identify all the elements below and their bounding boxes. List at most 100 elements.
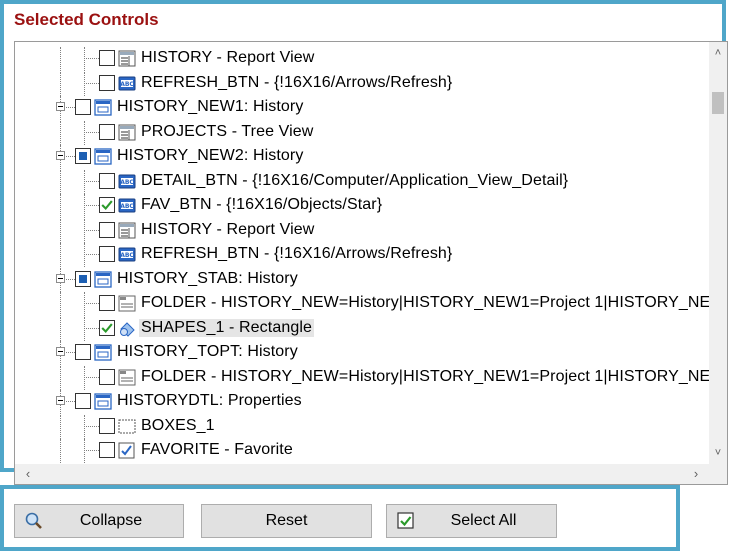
tree-checkbox[interactable]	[99, 319, 115, 336]
tree-connector	[84, 180, 99, 182]
scroll-down-icon[interactable]: ˅	[709, 444, 727, 462]
tree-item-label: REFRESH_BTN - {!16X16/Arrows/Refresh}	[141, 245, 453, 262]
tree-connector	[84, 254, 99, 255]
button-abc-icon: ABC	[118, 173, 136, 190]
tree-guide-line	[60, 218, 61, 243]
collapse-toggle-icon[interactable]	[56, 151, 65, 160]
tree-item-row[interactable]: ABC FAV_BTN - {!16X16/Objects/Star}	[15, 194, 705, 218]
tree-checkbox[interactable]	[99, 123, 115, 140]
tree-guide-line	[60, 71, 61, 96]
tree-guide-line	[60, 194, 61, 218]
tree-checkbox[interactable]	[99, 221, 115, 238]
tree-checkbox[interactable]	[99, 295, 115, 311]
tree-checkbox[interactable]	[99, 368, 115, 385]
tree-checkbox[interactable]	[99, 417, 115, 434]
scroll-thumb[interactable]	[712, 92, 724, 114]
tree-item-label: BOXES_1	[141, 416, 215, 434]
tree-guide-line	[84, 169, 85, 194]
tree-item-row[interactable]: FAVORITE - Favorite	[15, 439, 705, 463]
tree-guide-line	[60, 439, 61, 463]
tree-item-label: HISTORY_NEW1: History	[117, 98, 304, 115]
tree-connector	[84, 82, 99, 84]
scroll-up-icon[interactable]: ˄	[709, 44, 727, 62]
tree-checkbox[interactable]	[75, 99, 91, 115]
collapse-label: Collapse	[79, 512, 143, 529]
tree-item-label: HISTORY - Report View	[141, 220, 315, 238]
tree-item-label: SHAPES_1 - Rectangle	[139, 318, 314, 337]
tree-guide-line	[60, 47, 61, 71]
scroll-corner	[709, 464, 727, 484]
collapse-button[interactable]: Collapse	[14, 504, 184, 538]
tree-guide-line	[84, 71, 85, 96]
tree-guide-line	[60, 120, 61, 145]
tree-guide-line	[60, 292, 61, 316]
svg-text:ABC: ABC	[120, 179, 134, 186]
tree-item-label: HISTORY - Report View	[141, 49, 315, 66]
tree-connector	[84, 58, 99, 59]
controls-tree[interactable]: HISTORY - Report View ABC REFRESH_BTN - {!…	[14, 41, 728, 485]
tree-item-label: FAVORITE - Favorite	[141, 441, 293, 458]
tree-checkbox[interactable]	[99, 74, 115, 91]
tree-checkbox[interactable]	[99, 197, 115, 213]
tree-guide-line	[84, 47, 85, 71]
tree-guide-line	[60, 243, 61, 267]
tree-guide-line	[84, 316, 85, 341]
tree-connector	[84, 425, 99, 427]
tree-item-row[interactable]: HISTORY - Report View	[15, 47, 705, 71]
tree-item-row[interactable]: FOLDER - HISTORY_NEW=History|HISTORY_NEW…	[15, 365, 710, 390]
tree-viewport: HISTORY - Report View ABC REFRESH_BTN - {!…	[15, 42, 710, 464]
tree-item-label: HISTORY_NEW2: History	[117, 147, 304, 164]
tree-group-row[interactable]: HISTORY_TOPT: History	[15, 341, 705, 365]
tree-checkbox[interactable]	[99, 246, 115, 262]
horizontal-scrollbar[interactable]: ‹ ›	[15, 464, 727, 484]
tree-guide-line	[84, 365, 85, 390]
tree-item-row[interactable]: ABC DETAIL_BTN - {!16X16/Computer/Applica…	[15, 169, 705, 194]
tree-guide-line	[84, 292, 85, 316]
collapse-toggle-icon[interactable]	[56, 396, 65, 405]
tree-group-row[interactable]: HISTORY_NEW2: History	[15, 145, 705, 169]
tree-checkbox[interactable]	[75, 270, 91, 287]
report-view-icon	[118, 124, 136, 141]
collapse-toggle-icon[interactable]	[56, 102, 65, 111]
tree-checkbox[interactable]	[99, 50, 115, 66]
reset-button[interactable]: Reset	[201, 504, 372, 538]
tree-guide-line	[84, 439, 85, 463]
tree-item-row[interactable]: FOLDER - HISTORY_NEW=History|HISTORY_NEW…	[15, 292, 710, 316]
tree-connector	[84, 450, 99, 451]
scroll-left-icon[interactable]: ‹	[19, 464, 37, 484]
tree-guide-line	[60, 316, 61, 341]
tree-checkbox[interactable]	[75, 393, 91, 409]
tree-group-row[interactable]: HISTORYDTL: Properties	[15, 390, 705, 414]
tree-checkbox[interactable]	[99, 172, 115, 189]
folder-tab-icon	[118, 295, 136, 312]
tab-page-icon	[94, 99, 112, 116]
tree-checkbox[interactable]	[75, 148, 91, 164]
checkbox-checked-icon	[397, 512, 414, 529]
tab-page-icon	[94, 148, 112, 165]
tree-item-row[interactable]: SHAPES_1 - Rectangle	[15, 316, 705, 341]
tree-item-row[interactable]: PROJECTS - Tree View	[15, 120, 705, 145]
tree-item-row[interactable]: ABC REFRESH_BTN - {!16X16/Arrows/Refresh}	[15, 243, 705, 267]
tree-checkbox[interactable]	[99, 442, 115, 458]
tree-checkbox[interactable]	[75, 344, 91, 360]
folder-tab-icon	[118, 369, 136, 386]
vertical-scrollbar[interactable]: ˄ ˅	[709, 42, 727, 464]
tree-item-row[interactable]: ABC REFRESH_BTN - {!16X16/Arrows/Refresh}	[15, 71, 705, 96]
tree-guide-line	[60, 365, 61, 390]
tree-item-row[interactable]: BOXES_1	[15, 414, 705, 439]
collapse-toggle-icon[interactable]	[56, 273, 65, 283]
select-all-button[interactable]: Select All	[386, 504, 557, 538]
svg-text:ABC: ABC	[120, 203, 134, 210]
button-abc-icon: ABC	[118, 246, 136, 263]
svg-text:ABC: ABC	[120, 81, 134, 88]
collapse-toggle-icon[interactable]	[56, 347, 65, 356]
scroll-right-icon[interactable]: ›	[687, 464, 705, 484]
tree-group-row[interactable]: HISTORY_NEW1: History	[15, 96, 705, 120]
tree-item-label: FAV_BTN - {!16X16/Objects/Star}	[141, 196, 383, 213]
tab-page-icon	[94, 344, 112, 361]
shapes-icon	[118, 320, 136, 337]
tree-group-row[interactable]: HISTORY_STAB: History	[15, 267, 705, 292]
tree-item-label: FOLDER - HISTORY_NEW=History|HISTORY_NEW…	[141, 294, 710, 311]
tree-guide-line	[60, 414, 61, 439]
tree-item-row[interactable]: HISTORY - Report View	[15, 218, 705, 243]
